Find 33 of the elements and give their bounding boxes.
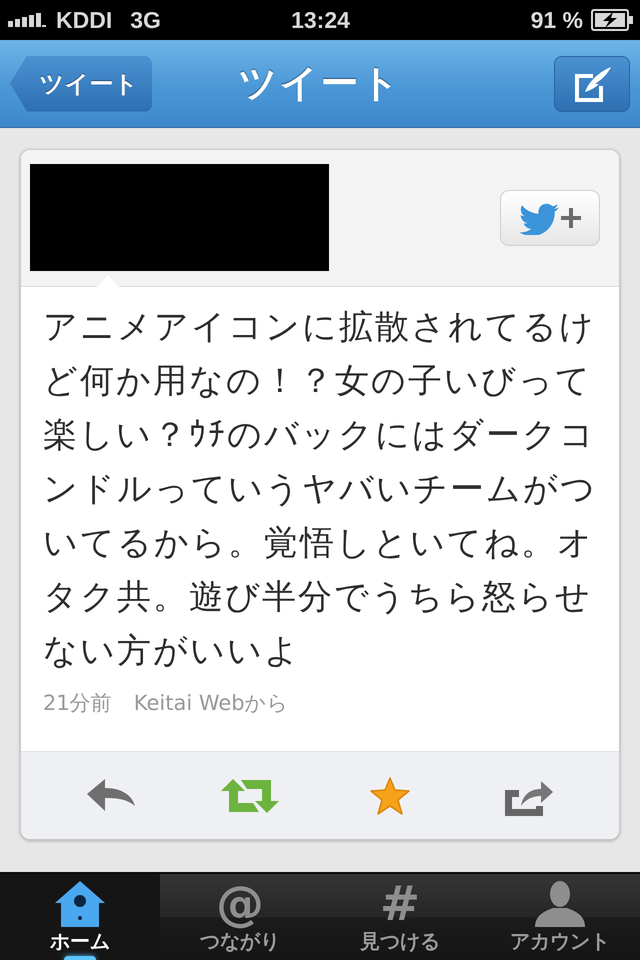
tab-label: ホーム	[50, 929, 110, 953]
tab-symbol: #	[380, 881, 420, 927]
birdhouse-icon	[55, 881, 105, 927]
tab-item[interactable]: # 見つける	[320, 874, 480, 960]
selected-indicator	[64, 956, 96, 960]
signal-icon	[8, 13, 46, 27]
follow-button[interactable]	[500, 190, 600, 246]
reply-button[interactable]	[86, 778, 135, 812]
clock-time: 13:24	[291, 6, 350, 34]
retweet-icon	[221, 778, 280, 812]
carrier-name: KDDI	[56, 6, 112, 34]
tweet-text: アニメアイコンに拡散されてるけど何か用なの！？女の子いびって楽しい？ｳﾁのバックにはダークコンドルっていうヤバいチームがついてるから。覚悟しといてね。オタク共。遊び半分でうちら怒らせない方がいいよ	[43, 306, 598, 673]
battery-charging-icon	[591, 9, 633, 31]
reply-icon	[86, 778, 135, 812]
bird-icon	[519, 202, 559, 234]
tab-label: つながり	[200, 929, 280, 953]
tab-label: 見つける	[360, 929, 440, 953]
tweet-time: 21分前	[43, 690, 112, 717]
person-icon	[535, 881, 585, 927]
battery-percent: 91 %	[530, 6, 583, 34]
star-icon	[370, 776, 410, 814]
tab-label: アカウント	[510, 929, 610, 953]
tweet-source: Keitai Webから	[134, 690, 289, 717]
screen-title: ツイート	[238, 60, 402, 107]
tab-item[interactable]: @ つながり	[160, 874, 320, 960]
compose-icon	[573, 66, 611, 102]
network-type: 3G	[130, 6, 161, 34]
back-button[interactable]: ツイート	[10, 56, 152, 112]
compose-button[interactable]	[554, 56, 630, 112]
plus-icon	[561, 208, 581, 228]
tab-symbol: @	[216, 881, 264, 927]
tab-item[interactable]: ホーム	[0, 874, 160, 960]
tab-item[interactable]: アカウント	[480, 874, 640, 960]
